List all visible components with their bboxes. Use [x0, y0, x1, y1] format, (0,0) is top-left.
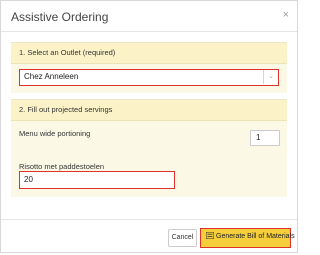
outlet-section-header: 1. Select an Outlet (required) [11, 43, 287, 64]
generate-button-label: Generate Bill of Materials [216, 233, 295, 240]
footer-divider [1, 219, 297, 220]
chevron-down-icon[interactable]: ⌄ [263, 70, 278, 84]
servings-section-header: 2. Fill out projected servings [11, 100, 287, 121]
generate-bill-of-materials-button[interactable]: Generate Bill of Materials [200, 228, 295, 248]
menu-wide-portioning-input[interactable]: 1 [250, 130, 280, 146]
risotto-servings-label: Risotto met paddestoelen [19, 162, 105, 171]
dialog-title: Assistive Ordering [11, 10, 109, 24]
outlet-select[interactable]: Chez Anneleen ⌄ [19, 69, 279, 86]
risotto-servings-input[interactable]: 20 [19, 171, 175, 189]
assistive-ordering-dialog: Assistive Ordering × 1. Select an Outlet… [0, 0, 298, 253]
outlet-select-value: Chez Anneleen [24, 72, 79, 81]
cancel-button[interactable]: Cancel [168, 229, 197, 247]
header-divider [1, 31, 297, 32]
menu-wide-portioning-label: Menu wide portioning [19, 129, 91, 138]
close-icon[interactable]: × [283, 10, 289, 21]
servings-section: 2. Fill out projected servings Menu wide… [11, 99, 287, 197]
list-icon [206, 232, 214, 239]
outlet-section: 1. Select an Outlet (required) Chez Anne… [11, 42, 287, 93]
